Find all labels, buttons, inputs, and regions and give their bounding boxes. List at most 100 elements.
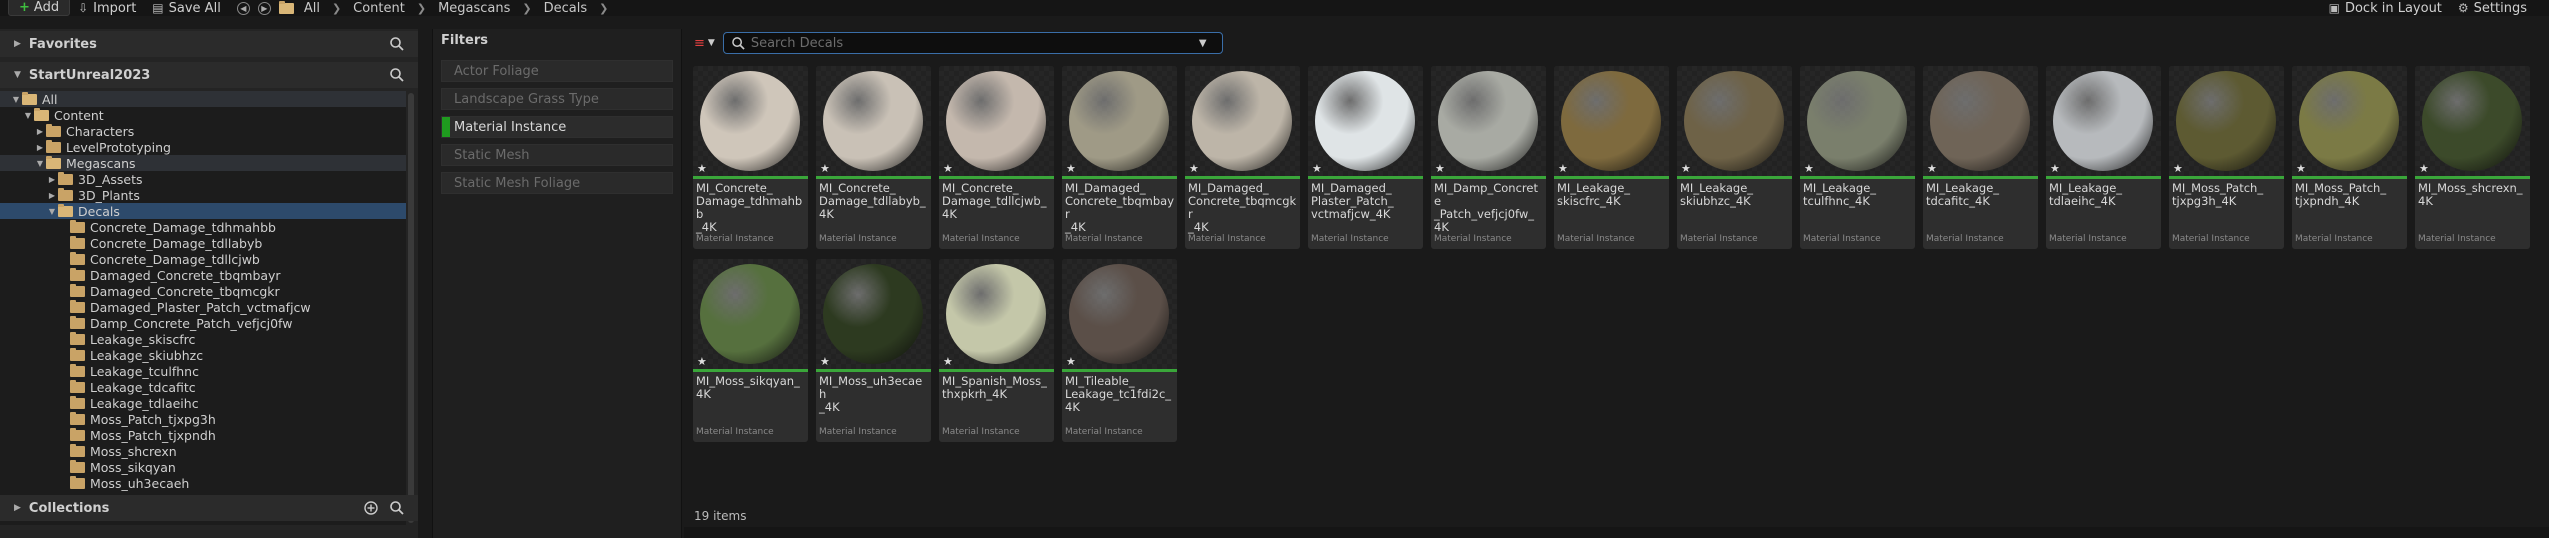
star-icon[interactable]: ★ [1312,162,1322,175]
folder-icon[interactable] [278,0,294,14]
star-icon[interactable]: ★ [943,162,953,175]
chevron-right-icon[interactable]: ▶ [34,143,46,152]
star-icon[interactable]: ★ [1804,162,1814,175]
asset-tile[interactable]: ★ MI_Concrete_ Damage_tdllabyb_ 4K Materia… [816,66,931,249]
tree-item[interactable]: ▶ 3D_Assets [0,171,406,187]
favorites-header[interactable]: ▶ Favorites [0,31,418,57]
chevron-right-icon[interactable]: ▶ [34,127,46,136]
tree-item[interactable]: Damaged_Concrete_tbqmcgkr [0,283,406,299]
tree-item[interactable]: Leakage_skiubhzc [0,347,406,363]
chevron-down-icon[interactable]: ▼ [708,38,715,48]
star-icon[interactable]: ★ [820,355,830,368]
tree-item[interactable]: ▼ Decals [0,203,406,219]
star-icon[interactable]: ★ [697,162,707,175]
asset-tile[interactable]: ★ MI_Tileable_ Leakage_tc1fdi2c_ 4K Materi… [1062,259,1177,442]
search-icon[interactable] [390,37,404,51]
asset-tile[interactable]: ★ MI_Moss_shcrexn_ 4K Material Instance [2415,66,2530,249]
add-collection-icon[interactable] [364,501,378,515]
settings-button[interactable]: ⚙ Settings [2450,0,2535,16]
asset-tile[interactable]: ★ MI_Leakage_ skiubhzc_4K Material Instanc… [1677,66,1792,249]
search-icon[interactable] [390,68,404,82]
star-icon[interactable]: ★ [820,162,830,175]
search-input[interactable] [750,35,1191,51]
star-icon[interactable]: ★ [1189,162,1199,175]
star-icon[interactable]: ★ [2050,162,2060,175]
asset-tile[interactable]: ★ MI_Concrete_ Damage_tdhmahbb _4K Materia… [693,66,808,249]
collections-header[interactable]: ▶ Collections [0,495,418,521]
tree-item[interactable]: Leakage_tdcafitc [0,379,406,395]
filter-actor-foliage[interactable]: Actor Foliage [441,60,673,82]
asset-tile[interactable]: ★ MI_Damp_Concrete _Patch_vefjcj0fw_ 4K Ma… [1431,66,1546,249]
breadcrumb-decals[interactable]: Decals [544,1,588,16]
tree-item[interactable]: Moss_uh3ecaeh [0,475,406,491]
breadcrumb-content[interactable]: Content [353,1,405,16]
asset-tile[interactable]: ★ MI_Leakage_ skiscfrc_4K Material Instanc… [1554,66,1669,249]
asset-tile[interactable]: ★ MI_Moss_Patch_ tjxpg3h_4K Material Insta… [2169,66,2284,249]
tree-item[interactable]: Damp_Concrete_Patch_vefjcj0fw [0,315,406,331]
search-icon[interactable] [390,501,404,515]
save-all-button[interactable]: ▤ Save All [144,0,229,16]
add-button[interactable]: + Add [8,0,71,16]
star-icon[interactable]: ★ [1066,162,1076,175]
filter-material-instance[interactable]: Material Instance [441,116,673,138]
asset-tile[interactable]: ★ MI_Leakage_ tculfhnc_4K Material Instanc… [1800,66,1915,249]
tree-item[interactable]: Moss_sikqyan [0,459,406,475]
asset-tile[interactable]: ★ MI_Leakage_ tdcafitc_4K Material Instanc… [1923,66,2038,249]
tree-item[interactable]: Leakage_tculfhnc [0,363,406,379]
tree-item[interactable]: Moss_Patch_tjxpndh [0,427,406,443]
tree-item[interactable]: Moss_Patch_tjxpg3h [0,411,406,427]
tree-item[interactable]: Moss_shcrexn [0,443,406,459]
asset-tile[interactable]: ★ MI_Moss_sikqyan_ 4K Material Instance [693,259,808,442]
search-box[interactable]: ▼ [722,32,1223,54]
asset-tile[interactable]: ★ MI_Moss_uh3ecaeh _4K Material Instance [816,259,931,442]
project-header[interactable]: ▼ StartUnreal2023 [0,62,418,88]
asset-tile[interactable]: ★ MI_Damaged_ Concrete_tbqmcgkr _4K Materi… [1185,66,1300,249]
star-icon[interactable]: ★ [943,355,953,368]
chevron-down-icon[interactable]: ▼ [10,95,22,104]
filter-static-mesh[interactable]: Static Mesh [441,144,673,166]
tree-item[interactable]: Leakage_skiscfrc [0,331,406,347]
star-icon[interactable]: ★ [1681,162,1691,175]
tree-scrollbar[interactable] [408,93,414,523]
chevron-right-icon[interactable]: ▶ [46,175,58,184]
tree-item[interactable]: ▶ LevelPrototyping [0,139,406,155]
star-icon[interactable]: ★ [697,355,707,368]
tree-item[interactable]: Leakage_tdlaeihc [0,395,406,411]
star-icon[interactable]: ★ [2173,162,2183,175]
tree-item[interactable]: Damaged_Concrete_tbqmbayr [0,267,406,283]
star-icon[interactable]: ★ [1066,355,1076,368]
chevron-right-icon[interactable]: ❯ [599,2,608,15]
tree-item[interactable]: Concrete_Damage_tdhmahbb [0,219,406,235]
star-icon[interactable]: ★ [2296,162,2306,175]
tree-item[interactable]: Concrete_Damage_tdllabyb [0,235,406,251]
import-button[interactable]: ⇩ Import [70,0,144,16]
star-icon[interactable]: ★ [1927,162,1937,175]
asset-tile[interactable]: ★ MI_Spanish_Moss_ thxpkrh_4K Material Ins… [939,259,1054,442]
tree-item[interactable]: ▶ 3D_Plants [0,187,406,203]
chevron-right-icon[interactable]: ▶ [46,191,58,200]
filter-landscape-grass-type[interactable]: Landscape Grass Type [441,88,673,110]
chevron-down-icon[interactable]: ▼ [34,159,46,168]
asset-tile[interactable]: ★ MI_Concrete_ Damage_tdllcjwb_ 4K Materia… [939,66,1054,249]
filter-static-mesh-foliage[interactable]: Static Mesh Foliage [441,172,673,194]
chevron-down-icon[interactable]: ▼ [46,207,58,216]
tree-item[interactable]: Concrete_Damage_tdllcjwb [0,251,406,267]
chevron-down-icon[interactable]: ▼ [1199,38,1207,49]
back-icon[interactable]: ◀ [236,1,250,15]
filter-icon[interactable]: ≡ [694,36,705,51]
forward-icon[interactable]: ▶ [257,1,271,15]
asset-tile[interactable]: ★ MI_Damaged_ Concrete_tbqmbayr _4K Materi… [1062,66,1177,249]
tree-item[interactable]: Damaged_Plaster_Patch_vctmafjcw [0,299,406,315]
star-icon[interactable]: ★ [1558,162,1568,175]
asset-tile[interactable]: ★ MI_Leakage_ tdlaeihc_4K Material Instanc… [2046,66,2161,249]
tree-item[interactable]: ▼ Content [0,107,406,123]
star-icon[interactable]: ★ [2419,162,2429,175]
dock-in-layout-button[interactable]: ▣ Dock in Layout [2321,0,2450,16]
breadcrumb-megascans[interactable]: Megascans [438,1,510,16]
tree-item[interactable]: ▼ All [0,91,406,107]
asset-tile[interactable]: ★ MI_Moss_Patch_ tjxpndh_4K Material Insta… [2292,66,2407,249]
breadcrumb-all[interactable]: All [304,1,320,16]
tree-item[interactable]: ▼ Megascans [0,155,406,171]
asset-tile[interactable]: ★ MI_Damaged_ Plaster_Patch_ vctmafjcw_4K… [1308,66,1423,249]
tree-item[interactable]: ▶ Characters [0,123,406,139]
